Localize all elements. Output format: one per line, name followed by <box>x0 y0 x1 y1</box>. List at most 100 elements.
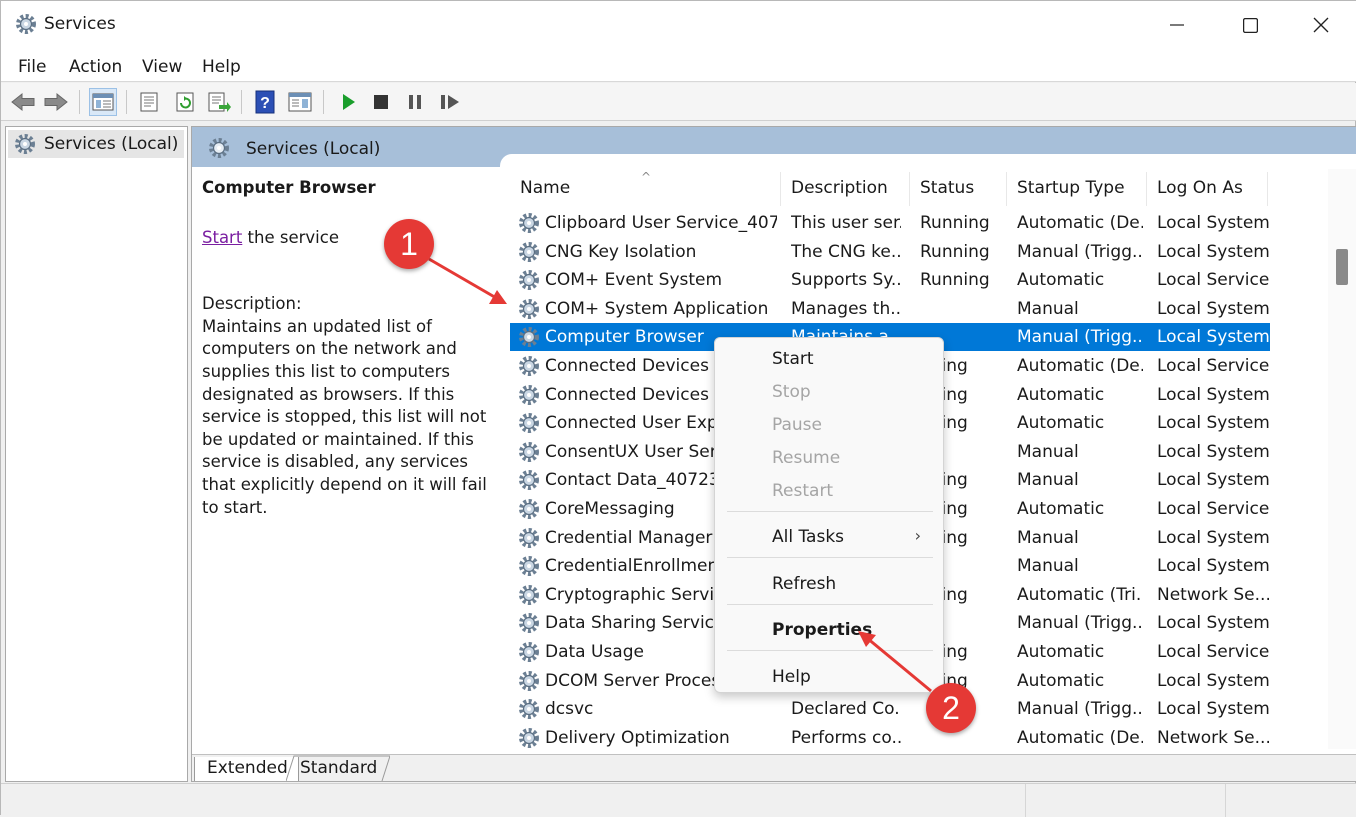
table-row[interactable]: COM+ Event System Supports Sy... Running Au… <box>510 266 1270 294</box>
status-bar <box>1 783 1356 817</box>
submenu-chevron-icon: › <box>914 526 921 545</box>
cell-startup-type: Manual <box>1017 527 1079 548</box>
close-button[interactable] <box>1285 1 1356 49</box>
context-menu-start[interactable]: Start <box>772 349 814 369</box>
cell-startup-type: Automatic <box>1017 384 1105 405</box>
action-pane-icon <box>288 92 312 112</box>
menu-action[interactable]: Action <box>69 57 122 77</box>
column-header-startup-type[interactable]: Startup Type <box>1007 172 1147 206</box>
cell-log-on-as: Local System <box>1157 384 1269 405</box>
forward-button[interactable] <box>42 88 70 116</box>
context-menu-stop[interactable]: Stop <box>772 382 811 402</box>
service-gear-icon <box>518 469 540 496</box>
column-header-log-on-as[interactable]: Log On As <box>1147 172 1268 206</box>
cell-startup-type: Manual <box>1017 441 1079 462</box>
context-menu-separator <box>727 557 933 558</box>
column-header-name[interactable]: Name <box>510 172 781 206</box>
table-row[interactable]: CNG Key Isolation The CNG ke... Running Man… <box>510 238 1270 266</box>
cell-log-on-as: Local Service <box>1157 356 1269 376</box>
cell-status: Running <box>920 270 990 291</box>
service-gear-icon <box>518 498 540 525</box>
table-row[interactable]: dcsvc Declared Co... Manual (Trigg... Local… <box>510 695 1270 723</box>
show-hide-action-pane-button[interactable] <box>286 88 314 116</box>
svg-text:?: ? <box>260 95 270 112</box>
context-menu-separator <box>727 604 933 605</box>
cell-startup-type: Manual (Trigg... <box>1017 327 1143 348</box>
export-list-icon <box>208 92 231 112</box>
cell-startup-type: Manual (Trigg... <box>1017 613 1143 634</box>
scrollbar-thumb[interactable] <box>1336 249 1348 285</box>
restart-service-button[interactable] <box>436 88 464 116</box>
stop-service-button[interactable] <box>367 88 395 116</box>
help-toolbar-button[interactable]: ? <box>251 88 279 116</box>
cell-log-on-as: Local System <box>1157 213 1269 233</box>
cell-status: Running <box>920 241 990 262</box>
context-menu-properties[interactable]: Properties <box>772 620 872 640</box>
context-menu-all-tasks[interactable]: All Tasks <box>772 527 844 547</box>
annotation-badge-2: 2 <box>926 683 976 733</box>
menu-help[interactable]: Help <box>202 57 241 77</box>
vertical-scrollbar[interactable] <box>1328 169 1356 749</box>
console-tree: Services (Local) <box>5 126 188 782</box>
context-menu-help[interactable]: Help <box>772 667 811 687</box>
context-menu-resume[interactable]: Resume <box>772 448 840 468</box>
cell-startup-type: Automatic (De... <box>1017 213 1143 233</box>
pause-service-button[interactable] <box>401 88 429 116</box>
cell-log-on-as: Network Se... <box>1157 584 1269 605</box>
cell-startup-type: Manual (Trigg... <box>1017 241 1143 262</box>
tab-extended[interactable]: Extended <box>194 757 299 781</box>
minimize-button[interactable] <box>1141 1 1213 49</box>
cell-log-on-as: Local System <box>1157 470 1269 491</box>
start-service-button[interactable] <box>334 88 362 116</box>
maximize-icon <box>1242 17 1258 33</box>
play-icon <box>343 94 355 110</box>
view-tabs: Extended Standard <box>192 754 1356 781</box>
table-row[interactable]: Delivery Optimization Performs co... Autom… <box>510 724 1270 752</box>
service-gear-icon <box>518 412 540 439</box>
column-header-status[interactable]: Status <box>910 172 1007 206</box>
pane-header: Services (Local) <box>192 127 1356 168</box>
cell-description: Supports Sy... <box>791 270 901 291</box>
menu-view[interactable]: View <box>142 57 182 77</box>
service-gear-icon <box>518 355 540 382</box>
back-arrow-icon <box>11 92 35 112</box>
cell-name: COM+ Event System <box>545 270 723 291</box>
cell-log-on-as: Local Service <box>1157 642 1269 662</box>
status-divider <box>1225 784 1226 817</box>
start-service-link[interactable]: Start <box>202 228 242 247</box>
cell-name: CNG Key Isolation <box>545 241 697 262</box>
maximize-button[interactable] <box>1214 1 1286 49</box>
toolbar: ? <box>1 83 1356 121</box>
menu-bar: File Action View Help <box>1 49 1356 82</box>
cell-startup-type: Automatic <box>1017 270 1105 291</box>
console-tree-button[interactable] <box>89 88 117 116</box>
column-header-description[interactable]: Description <box>781 172 910 206</box>
export-list-button[interactable] <box>205 88 233 116</box>
cell-startup-type: Automatic (Tri... <box>1017 584 1143 605</box>
pane-header-notch <box>500 154 1356 168</box>
restart-icon <box>441 95 459 109</box>
cell-description: Performs co... <box>791 727 901 748</box>
service-gear-icon <box>518 727 540 754</box>
table-row[interactable]: Clipboard User Service_4072... This user … <box>510 209 1270 237</box>
back-button[interactable] <box>9 88 37 116</box>
service-details-panel: Computer Browser Start the service Descr… <box>202 177 502 519</box>
services-gear-icon <box>208 137 230 164</box>
service-gear-icon <box>518 698 540 725</box>
context-menu-refresh[interactable]: Refresh <box>772 574 836 594</box>
close-icon <box>1313 17 1329 33</box>
standard-tab-outline <box>286 755 390 781</box>
cell-log-on-as: Local System <box>1157 327 1269 348</box>
properties-toolbar-button[interactable] <box>135 88 163 116</box>
toolbar-separator <box>79 90 80 114</box>
tree-item-services-local[interactable]: Services (Local) <box>8 130 185 158</box>
start-service-line: Start the service <box>202 227 502 250</box>
refresh-toolbar-button[interactable] <box>171 88 199 116</box>
help-book-icon: ? <box>255 90 275 114</box>
table-header: ^ Name Description Status Startup Type L… <box>510 170 1270 206</box>
menu-file[interactable]: File <box>18 57 46 77</box>
context-menu-restart[interactable]: Restart <box>772 481 833 501</box>
cell-startup-type: Automatic (De... <box>1017 356 1143 376</box>
table-row[interactable]: COM+ System Application Manages th... Manu… <box>510 295 1270 323</box>
context-menu-pause[interactable]: Pause <box>772 415 822 435</box>
